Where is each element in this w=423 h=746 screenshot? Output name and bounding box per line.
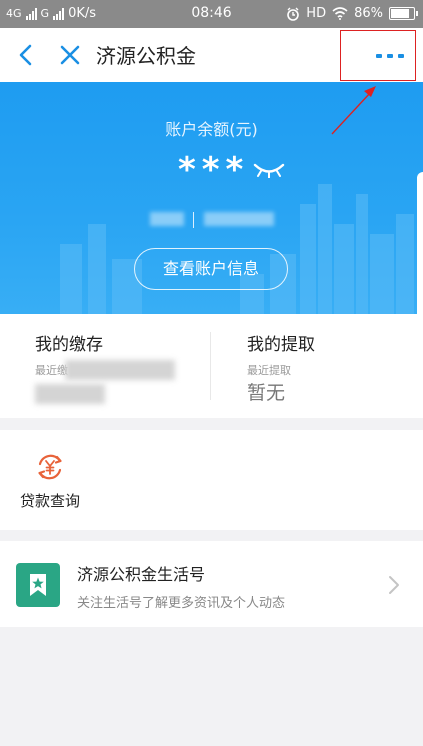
withdraw-value: 暂无 <box>247 382 286 404</box>
nav-bar: 济源公积金 <box>0 28 423 82</box>
view-account-button[interactable]: 查看账户信息 <box>134 248 288 290</box>
status-right: HD 86% <box>286 6 418 21</box>
withdraw-subtitle: 最近提取 <box>247 364 291 377</box>
withdraw-title: 我的提取 <box>247 335 315 355</box>
deposit-subtitle: 最近缴 <box>35 364 68 377</box>
alarm-icon <box>287 7 300 21</box>
loan-query-button[interactable]: 贷款查询 <box>18 452 88 512</box>
close-icon <box>60 45 80 65</box>
page-title: 济源公积金 <box>96 44 196 68</box>
status-bar: 4G G 0K/s 08:46 HD 86% <box>0 0 423 28</box>
services-panel: 贷款查询 <box>0 430 423 530</box>
account-divider <box>193 212 194 228</box>
chevron-right-icon <box>389 576 399 594</box>
hd-label: HD <box>306 6 327 21</box>
masked-account-name <box>204 212 274 226</box>
loan-yen-icon <box>38 454 62 480</box>
more-dots-icon <box>376 54 404 58</box>
stats-panel: 我的缴存 最近缴 我的提取 最近提取 暂无 <box>0 314 423 418</box>
side-card-edge <box>417 172 423 314</box>
balance-value: *** <box>178 150 250 190</box>
life-account-title: 济源公积金生活号 <box>77 565 206 584</box>
close-button[interactable] <box>58 42 82 68</box>
back-button[interactable] <box>16 42 36 68</box>
more-button[interactable] <box>340 31 416 79</box>
stats-divider <box>210 332 211 400</box>
masked-deposit-amount <box>35 384 105 404</box>
battery-icon <box>389 7 418 20</box>
withdraw-section[interactable]: 我的提取 最近提取 暂无 <box>247 314 417 418</box>
bookmark-star-icon <box>16 563 60 607</box>
balance-label: 账户余额(元) <box>165 120 258 139</box>
masked-deposit-date <box>65 360 175 380</box>
deposit-section[interactable]: 我的缴存 最近缴 <box>35 314 205 418</box>
eye-closed-icon[interactable] <box>253 162 285 178</box>
life-account-description: 关注生活号了解更多资讯及个人动态 <box>77 596 286 611</box>
battery-percent: 86% <box>354 6 383 21</box>
deposit-title: 我的缴存 <box>35 335 103 355</box>
chevron-left-icon <box>19 44 32 66</box>
life-account-row[interactable]: 济源公积金生活号 关注生活号了解更多资讯及个人动态 <box>0 541 423 627</box>
loan-query-label: 贷款查询 <box>20 492 81 510</box>
wifi-icon <box>332 7 348 20</box>
masked-account-number <box>150 212 184 226</box>
balance-card: 账户余额(元) *** 查看账户信息 <box>0 82 423 314</box>
